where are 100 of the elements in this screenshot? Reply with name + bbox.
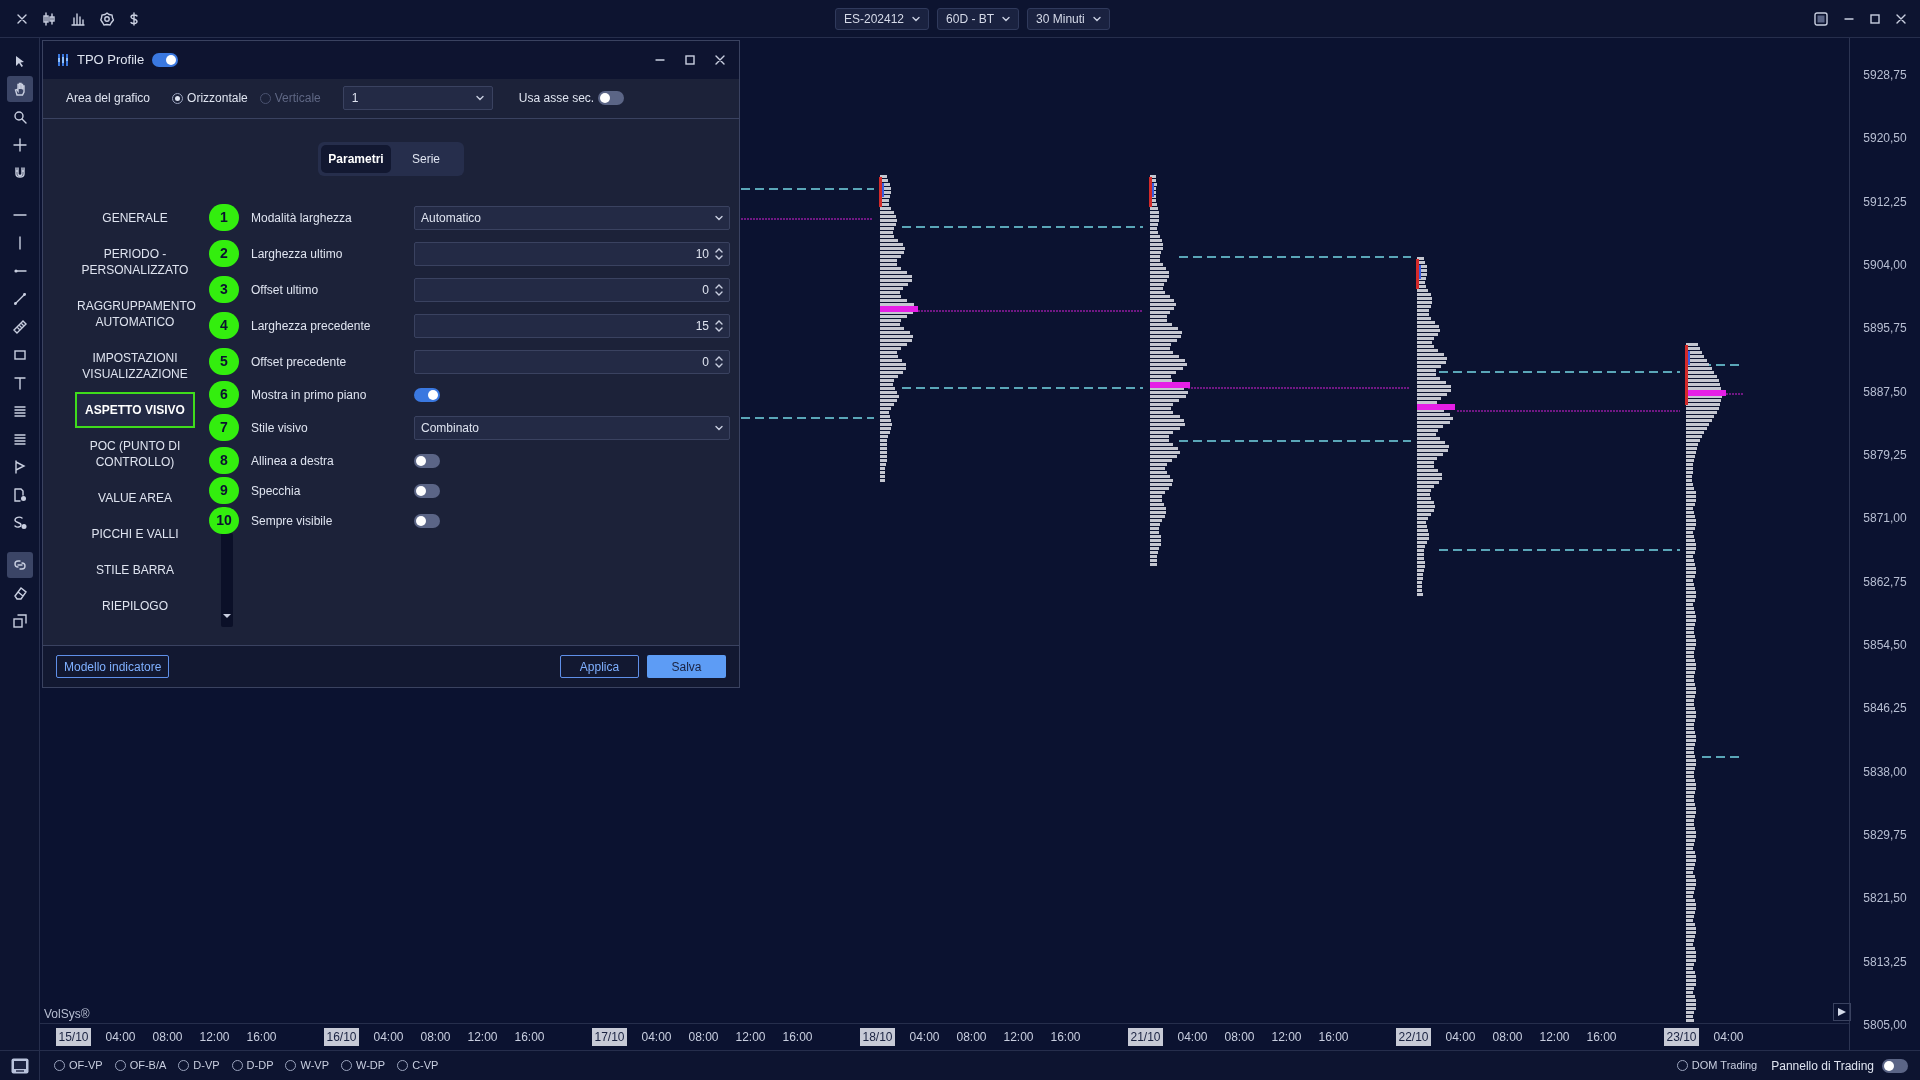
crosshair-icon[interactable]: [12, 138, 27, 152]
dropdown[interactable]: Automatico: [414, 205, 730, 230]
maximize-icon[interactable]: [1870, 13, 1880, 24]
scroll-right-button[interactable]: [1833, 1003, 1851, 1021]
setting-label: Larghezza precedente: [251, 317, 372, 335]
setting-label: Specchia: [251, 482, 302, 500]
field-label: Usa asse sec.: [518, 90, 595, 108]
price-label: 5838,00: [1863, 763, 1907, 780]
toggle-switch[interactable]: [414, 387, 440, 402]
time-label: 04:00: [373, 1028, 404, 1046]
stepper-icon[interactable]: [715, 283, 723, 296]
category-item[interactable]: PICCHI E VALLI: [75, 515, 195, 552]
close-icon[interactable]: [16, 12, 28, 25]
time-label: 04:00: [909, 1028, 940, 1046]
lines-icon[interactable]: [12, 404, 27, 418]
candlestick-icon[interactable]: [42, 11, 56, 26]
price-label: 5904,00: [1863, 257, 1907, 273]
toggle-switch[interactable]: [414, 483, 440, 498]
dialog-title: TPO Profile: [77, 51, 145, 70]
time-label: 12:00: [1003, 1028, 1034, 1046]
maximize-icon[interactable]: [685, 54, 695, 65]
category-item[interactable]: ASPETTO VISIVO: [75, 391, 195, 428]
time-label: 16:00: [782, 1028, 813, 1046]
ruler-icon[interactable]: [12, 320, 27, 334]
number-field[interactable]: 0: [414, 349, 730, 374]
close-icon[interactable]: [1896, 13, 1906, 24]
stepper-icon[interactable]: [715, 355, 723, 368]
hand-icon[interactable]: [12, 82, 27, 96]
time-label: 16:00: [246, 1028, 277, 1046]
category-item[interactable]: RAGGRUPPAMENTO AUTOMATICO: [75, 287, 195, 340]
time-label: 08:00: [152, 1028, 183, 1046]
option-label: C-VP: [412, 1058, 439, 1074]
category-item[interactable]: IMPOSTAZIONI VISUALIZZAZIONE: [75, 339, 195, 392]
window-layout-icon[interactable]: [1814, 11, 1828, 26]
scrollbar-track[interactable]: [221, 532, 233, 627]
number-field[interactable]: 0: [414, 277, 730, 302]
bar-chart-icon[interactable]: [70, 11, 86, 26]
time-label: 16:00: [1318, 1028, 1349, 1046]
tab[interactable]: Serie: [391, 144, 461, 173]
price-label: 5854,50: [1863, 636, 1907, 653]
flag-icon[interactable]: [12, 460, 27, 474]
toggle-switch[interactable]: [414, 513, 440, 528]
dropdown[interactable]: 30 Minuti: [1027, 8, 1110, 30]
dollar-icon[interactable]: [128, 11, 140, 26]
option-label: OF-B/A: [129, 1058, 167, 1074]
template-button[interactable]: Modello indicatore: [56, 655, 170, 679]
date-label: 18/10: [860, 1027, 895, 1046]
toggle-switch[interactable]: [414, 453, 440, 468]
play-icon: [1837, 1007, 1847, 1017]
dropdown[interactable]: ES-202412: [835, 8, 930, 30]
toggle-switch[interactable]: [598, 91, 625, 106]
close-icon[interactable]: [715, 54, 725, 65]
number-field[interactable]: 10: [414, 241, 730, 266]
stepper-icon[interactable]: [715, 247, 723, 260]
text-tool-icon[interactable]: [12, 376, 27, 390]
chevron-down-icon: [1092, 16, 1101, 22]
toggle-switch[interactable]: [1882, 1058, 1908, 1073]
toggle-switch[interactable]: [152, 52, 179, 67]
category-item[interactable]: PERIODO - PERSONALIZZATO: [75, 235, 195, 288]
time-label: 16:00: [514, 1028, 545, 1046]
dropdown[interactable]: 60D - BT: [937, 8, 1020, 30]
zoom-icon[interactable]: [12, 110, 27, 124]
link-icon[interactable]: [12, 558, 27, 572]
number-field[interactable]: 15: [414, 313, 730, 338]
time-label: 08:00: [688, 1028, 719, 1046]
price-label: 5813,25: [1863, 953, 1907, 970]
category-item[interactable]: POC (PUNTO DI CONTROLLO): [75, 427, 195, 480]
magnet-icon[interactable]: [12, 166, 27, 180]
document-icon[interactable]: [12, 488, 27, 502]
chevron-down-icon: [912, 16, 921, 22]
setting-label: Allinea a destra: [251, 452, 335, 470]
setting-label: Larghezza ultimo: [251, 245, 344, 263]
time-label: 16:00: [1586, 1028, 1617, 1046]
time-label: 12:00: [1271, 1028, 1302, 1046]
category-item[interactable]: STILE BARRA: [75, 551, 195, 588]
layers-icon[interactable]: [12, 614, 27, 628]
monitor-icon[interactable]: [10, 1057, 29, 1074]
dropdown[interactable]: 1: [342, 86, 493, 111]
settings-icon[interactable]: [100, 11, 114, 26]
time-label: 12:00: [467, 1028, 498, 1046]
tab[interactable]: Parametri: [321, 144, 391, 173]
price-label: 5805,00: [1863, 1016, 1907, 1033]
time-label: 12:00: [1539, 1028, 1570, 1046]
rectangle-icon[interactable]: [12, 348, 27, 362]
apply-button[interactable]: Applica: [560, 655, 639, 679]
category-item[interactable]: GENERALE: [75, 199, 195, 236]
price-label: 5879,25: [1863, 446, 1907, 463]
stepper-icon[interactable]: [715, 319, 723, 332]
lines-icon[interactable]: [12, 432, 27, 446]
dropdown[interactable]: Combinato: [414, 415, 730, 440]
category-item[interactable]: RIEPILOGO: [75, 587, 195, 624]
option-label: OF-VP: [69, 1058, 103, 1074]
eraser-icon[interactable]: [12, 586, 27, 600]
chevron-down-icon: [715, 214, 723, 221]
scroll-down-icon[interactable]: [222, 612, 232, 619]
trend-line-icon[interactable]: [12, 292, 27, 306]
time-label: 08:00: [420, 1028, 451, 1046]
category-item[interactable]: VALUE AREA: [75, 479, 195, 516]
time-label: 12:00: [199, 1028, 230, 1046]
save-button[interactable]: Salva: [647, 655, 726, 679]
